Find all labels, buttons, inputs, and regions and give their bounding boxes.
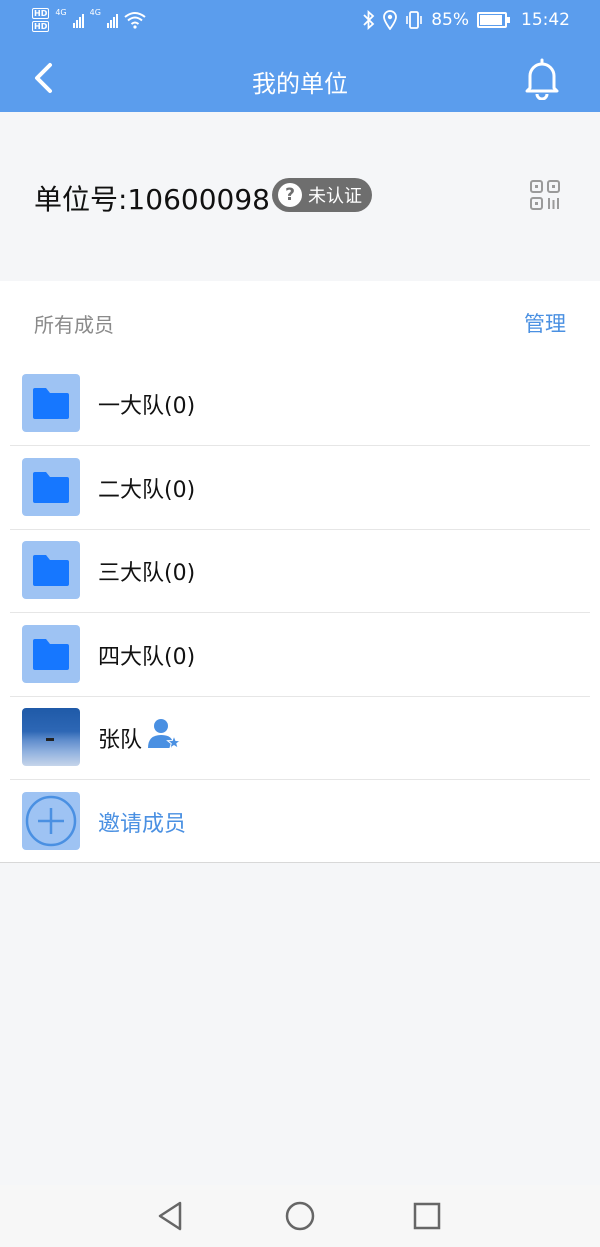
folder-thumb [22, 625, 80, 683]
status-bar: HD HD 4G 4G 85% 15:42 [0, 0, 600, 44]
list-item-folder-4[interactable]: 四大队(0) [10, 612, 590, 697]
status-left: HD HD 4G 4G [32, 8, 146, 32]
folder-icon [33, 639, 69, 670]
folder-thumb [22, 541, 80, 599]
app-bar: 我的单位 [0, 44, 600, 112]
system-nav-bar [0, 1185, 600, 1247]
nav-home-icon[interactable] [283, 1199, 317, 1233]
admin-user-icon [148, 719, 182, 750]
signal-icon-1 [72, 12, 84, 28]
verification-status: 未认证 [308, 186, 362, 207]
hd-badge-2: HD [32, 21, 50, 32]
invite-label: 邀请成员 [98, 812, 187, 837]
invite-thumb [22, 792, 80, 850]
network-type-1: 4G [55, 8, 67, 17]
folder-thumb [22, 374, 80, 432]
battery-fill [480, 15, 503, 25]
page-title: 我的单位 [252, 70, 348, 98]
battery-icon [477, 12, 510, 28]
clock: 15:42 [521, 10, 570, 30]
section-label: 所有成员 [34, 313, 114, 337]
unit-card: 单位号:10600098 ? 未认证 [0, 112, 600, 278]
list-item-label: 二大队(0) [98, 478, 196, 503]
invite-member-row[interactable]: 邀请成员 [10, 779, 590, 863]
member-name: 张队 [98, 728, 143, 753]
hd-badge-1: HD [32, 8, 50, 19]
manage-button[interactable]: 管理 [524, 308, 566, 338]
signal-icon-2 [106, 12, 118, 28]
network-type-2: 4G [89, 8, 101, 17]
verification-badge[interactable]: ? 未认证 [272, 178, 372, 212]
hd-indicators: HD HD [32, 8, 50, 32]
list-item-folder-1[interactable]: 一大队(0) [10, 361, 590, 446]
members-panel: 所有成员 管理 一大队(0) 二大队(0) 三大队(0) 四大队(0) 张队 邀… [0, 281, 600, 863]
wifi-icon [124, 12, 146, 29]
battery-percent: 85% [431, 10, 469, 30]
avatar-photo [22, 708, 80, 766]
folder-icon [33, 555, 69, 586]
nav-back-icon[interactable] [154, 1199, 188, 1233]
bell-icon[interactable] [522, 56, 562, 100]
vibrate-icon [406, 11, 423, 29]
status-right: 85% 15:42 [363, 10, 570, 30]
nav-recents-icon[interactable] [410, 1199, 444, 1233]
list-item-folder-3[interactable]: 三大队(0) [10, 528, 590, 613]
list-item-label: 三大队(0) [98, 561, 196, 586]
divider [0, 862, 600, 863]
folder-icon [33, 388, 69, 419]
qr-code-icon[interactable] [528, 178, 562, 212]
add-circle-icon [25, 795, 77, 847]
list-item-label: 一大队(0) [98, 394, 196, 419]
list-item-member[interactable]: 张队 [10, 695, 590, 780]
bluetooth-icon [363, 10, 375, 30]
avatar [22, 708, 80, 766]
location-icon [383, 10, 398, 30]
question-icon: ? [278, 183, 302, 207]
list-item-folder-2[interactable]: 二大队(0) [10, 445, 590, 530]
list-item-label: 四大队(0) [98, 645, 196, 670]
folder-icon [33, 472, 69, 503]
folder-thumb [22, 458, 80, 516]
unit-number: 单位号:10600098 [34, 183, 270, 216]
